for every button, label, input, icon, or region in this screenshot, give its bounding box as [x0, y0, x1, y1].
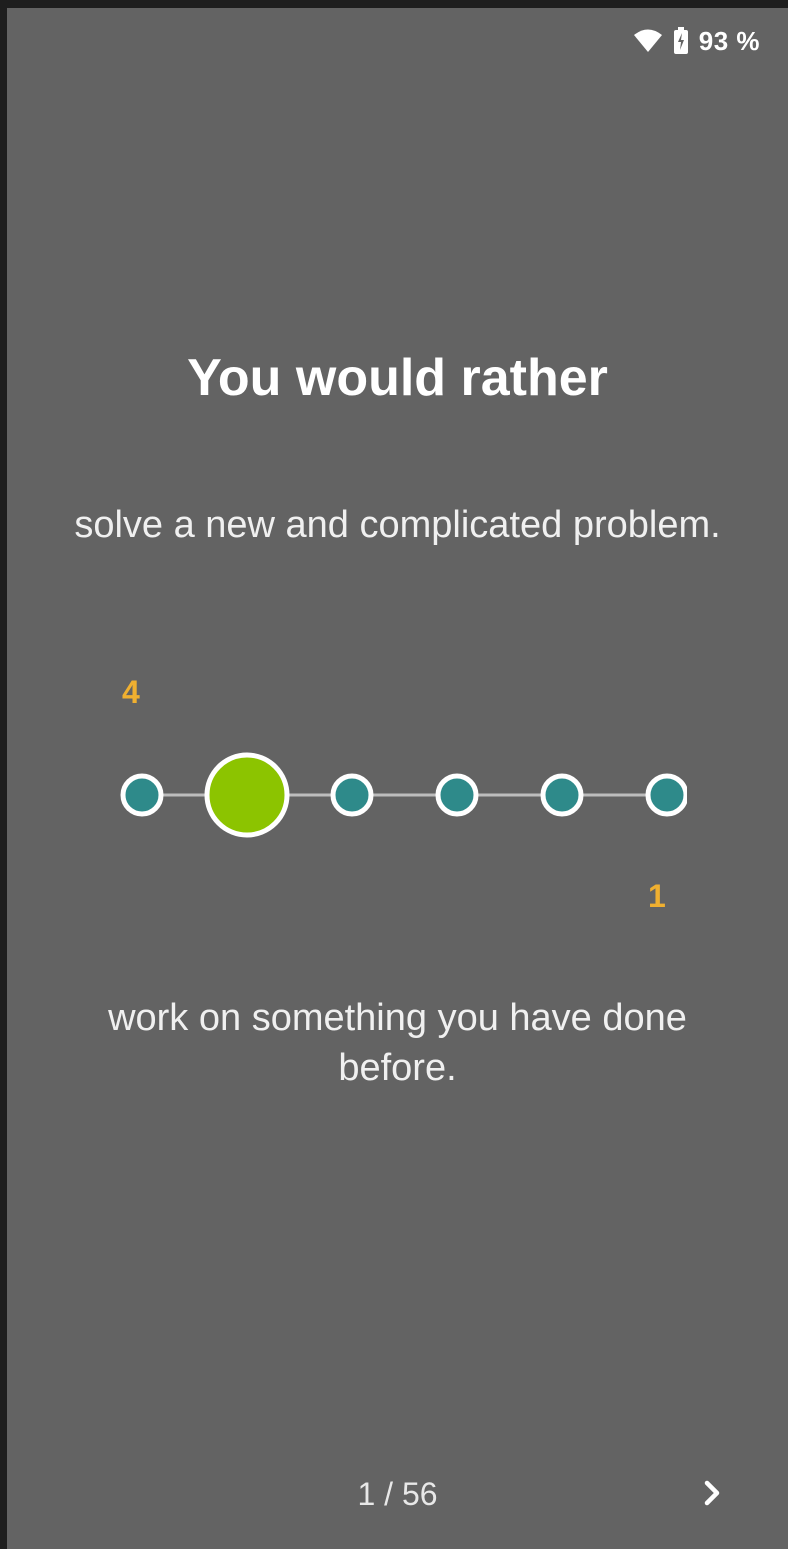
- question-title: You would rather: [187, 349, 608, 407]
- rating-scale-graphic: [120, 752, 687, 838]
- battery-percentage: 93 %: [698, 25, 760, 56]
- battery-icon: [673, 27, 689, 55]
- scale-point-selected[interactable]: [204, 752, 290, 838]
- scale-point[interactable]: [120, 773, 164, 817]
- page-indicator: 1 / 56: [357, 1476, 438, 1512]
- scale-label-bottom: 1: [648, 878, 666, 914]
- option-bottom-text: work on something you have done before.: [108, 997, 687, 1089]
- scale-point[interactable]: [435, 773, 479, 817]
- chevron-right-icon: [701, 1478, 725, 1513]
- option-top-text: solve a new and complicated problem.: [74, 504, 721, 546]
- scale-point[interactable]: [330, 773, 374, 817]
- scale-point[interactable]: [645, 773, 687, 817]
- wifi-icon: [633, 29, 663, 53]
- next-button[interactable]: [690, 1470, 736, 1520]
- survey-screen: 93 % You would rather solve a new and co…: [7, 8, 788, 1549]
- scale-label-top: 4: [122, 674, 140, 710]
- rating-scale[interactable]: [107, 742, 687, 842]
- scale-point[interactable]: [540, 773, 584, 817]
- status-bar: 93 %: [633, 24, 760, 58]
